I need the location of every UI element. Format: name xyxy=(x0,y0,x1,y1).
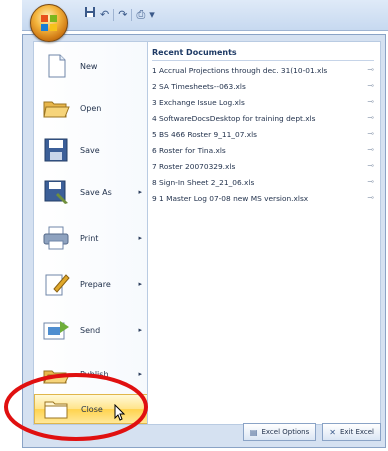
recent-document-name: 4 SoftwareDocsDesktop for training dept.… xyxy=(152,114,316,123)
pin-icon[interactable]: ⊸ xyxy=(367,113,374,122)
send-icon xyxy=(43,321,69,340)
recent-document-item[interactable]: 3 Exchange Issue Log.xls ⊸ xyxy=(152,97,374,112)
pin-icon[interactable]: ⊸ xyxy=(367,81,374,90)
exit-excel-label: Exit Excel xyxy=(339,428,374,436)
excel-options-button[interactable]: ▤ Excel Options xyxy=(242,423,317,441)
save-icon[interactable] xyxy=(84,6,96,24)
menu-item-label: Send xyxy=(80,325,101,335)
recent-document-item[interactable]: 4 SoftwareDocsDesktop for training dept.… xyxy=(152,113,374,128)
office-button[interactable] xyxy=(30,4,68,42)
pin-icon[interactable]: ⊸ xyxy=(367,193,374,202)
menu-item-publish[interactable]: Publish ▸ xyxy=(34,354,150,394)
menu-item-save[interactable]: Save xyxy=(34,130,150,170)
recent-document-item[interactable]: 1 Accrual Projections through dec. 31(10… xyxy=(152,65,374,80)
submenu-arrow-icon: ▸ xyxy=(138,188,142,196)
submenu-arrow-icon: ▸ xyxy=(138,326,142,334)
pin-icon[interactable]: ⊸ xyxy=(367,129,374,138)
menu-item-close[interactable]: Close xyxy=(34,394,150,424)
divider xyxy=(152,60,374,61)
recent-document-name: 2 SA Timesheets--063.xls xyxy=(152,82,246,91)
command-list: New Open Save Save As ▸ Print ▸ Prepare … xyxy=(33,41,151,425)
menu-item-label: Close xyxy=(81,404,103,414)
recent-document-name: 1 Accrual Projections through dec. 31(10… xyxy=(152,66,328,75)
recent-document-name: 9 1 Master Log 07-08 new MS version.xlsx xyxy=(152,194,309,203)
save-icon xyxy=(44,138,68,162)
save-as-icon xyxy=(44,180,68,204)
menu-item-label: Print xyxy=(80,233,99,243)
menu-item-open[interactable]: Open xyxy=(34,88,150,128)
menu-item-label: Open xyxy=(80,103,102,113)
exit-excel-button[interactable]: ✕ Exit Excel xyxy=(322,423,381,441)
recent-document-item[interactable]: 9 1 Master Log 07-08 new MS version.xlsx… xyxy=(152,193,374,208)
quick-access-toolbar: ↶ ↷ ⎙ ▾ xyxy=(84,6,155,24)
menu-item-prepare[interactable]: Prepare ▸ xyxy=(34,264,150,304)
close-folder-icon xyxy=(44,401,68,419)
recent-documents-title: Recent Documents xyxy=(152,48,237,57)
menu-item-label: Prepare xyxy=(80,279,111,289)
title-bar: ↶ ↷ ⎙ ▾ xyxy=(22,0,388,31)
recent-documents-panel: Recent Documents 1 Accrual Projections t… xyxy=(147,41,381,425)
menu-item-label: Save xyxy=(80,145,100,155)
pin-icon[interactable]: ⊸ xyxy=(367,97,374,106)
menu-item-print[interactable]: Print ▸ xyxy=(34,218,150,258)
office-menu: New Open Save Save As ▸ Print ▸ Prepare … xyxy=(22,34,386,448)
menu-item-label: Save As xyxy=(80,187,112,197)
submenu-arrow-icon: ▸ xyxy=(138,280,142,288)
recent-document-item[interactable]: 2 SA Timesheets--063.xls ⊸ xyxy=(152,81,374,96)
undo-icon[interactable]: ↶ xyxy=(100,6,109,24)
recent-document-item[interactable]: 8 Sign-In Sheet 2_21_06.xls ⊸ xyxy=(152,177,374,192)
recent-document-item[interactable]: 6 Roster for Tina.xls ⊸ xyxy=(152,145,374,160)
recent-document-name: 5 BS 466 Roster 9_11_07.xls xyxy=(152,130,258,139)
prepare-icon xyxy=(45,274,70,296)
printer-icon xyxy=(43,226,69,250)
recent-document-name: 8 Sign-In Sheet 2_21_06.xls xyxy=(152,178,255,187)
submenu-arrow-icon: ▸ xyxy=(138,370,142,378)
recent-document-name: 6 Roster for Tina.xls xyxy=(152,146,226,155)
options-icon: ▤ xyxy=(249,427,258,437)
recent-document-item[interactable]: 5 BS 466 Roster 9_11_07.xls ⊸ xyxy=(152,129,374,144)
publish-icon xyxy=(43,370,70,384)
separator xyxy=(113,9,115,21)
excel-options-label: Excel Options xyxy=(261,428,310,436)
pin-icon[interactable]: ⊸ xyxy=(367,161,374,170)
menu-footer: ▤ Excel Options ✕ Exit Excel xyxy=(242,423,381,441)
print-icon[interactable]: ⎙ xyxy=(136,6,145,24)
pin-icon[interactable]: ⊸ xyxy=(367,177,374,186)
menu-item-new[interactable]: New xyxy=(34,46,150,86)
chevron-down-icon[interactable]: ▾ xyxy=(149,6,155,24)
close-icon: ✕ xyxy=(329,427,336,437)
menu-item-label: Publish xyxy=(80,369,109,379)
menu-item-label: New xyxy=(80,61,98,71)
redo-icon[interactable]: ↷ xyxy=(118,6,127,24)
recent-document-item[interactable]: 7 Roster 20070329.xls ⊸ xyxy=(152,161,374,176)
new-document-icon xyxy=(48,54,66,78)
pin-icon[interactable]: ⊸ xyxy=(367,145,374,154)
separator xyxy=(131,9,133,21)
menu-item-send[interactable]: Send ▸ xyxy=(34,310,150,350)
pin-icon[interactable]: ⊸ xyxy=(367,65,374,74)
submenu-arrow-icon: ▸ xyxy=(138,234,142,242)
recent-document-name: 3 Exchange Issue Log.xls xyxy=(152,98,245,107)
menu-item-save-as[interactable]: Save As ▸ xyxy=(34,172,150,212)
mouse-cursor-icon xyxy=(114,403,126,426)
recent-document-name: 7 Roster 20070329.xls xyxy=(152,162,236,171)
office-logo-icon xyxy=(41,15,57,31)
folder-open-icon xyxy=(43,101,70,118)
